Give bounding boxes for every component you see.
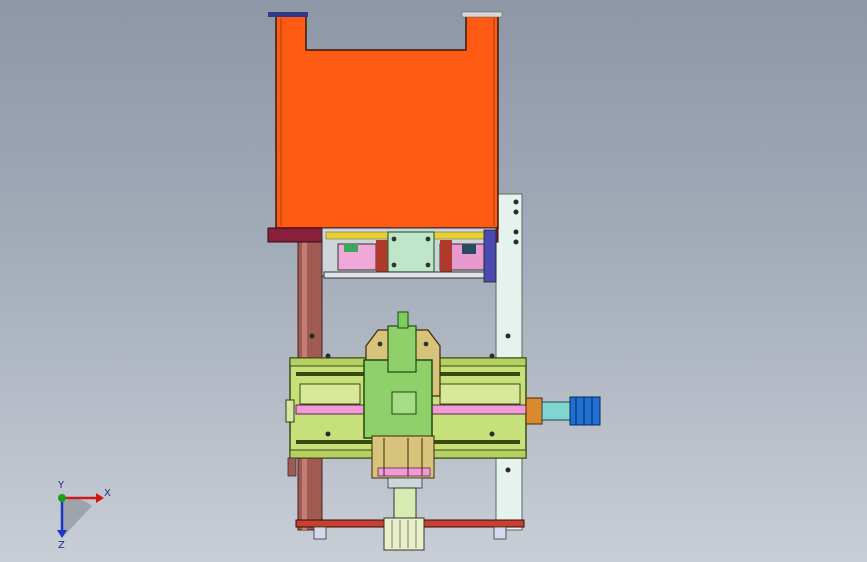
left-handle[interactable]	[287, 457, 297, 477]
orientation-triad[interactable]: X Y Z	[40, 478, 120, 550]
bracket-bolt	[423, 341, 429, 347]
motor-flange	[541, 401, 571, 421]
motor-coupler	[525, 397, 543, 425]
post-hole	[513, 239, 519, 245]
post-hole	[505, 333, 511, 339]
gate-bolt	[391, 262, 397, 268]
carriage-spindle-housing	[387, 325, 417, 373]
hopper-top-flange-left	[268, 12, 308, 17]
frame-hole	[489, 353, 495, 359]
post-hole	[309, 333, 315, 339]
carriage-window	[391, 391, 417, 415]
assembly-model[interactable]	[0, 0, 867, 562]
gate-bolt	[425, 262, 431, 268]
vertical-coupling	[393, 487, 417, 521]
motor-body[interactable]	[569, 396, 601, 426]
bracket-bolt	[377, 341, 383, 347]
gate-bottom-rail	[323, 271, 497, 279]
post-hole	[513, 209, 519, 215]
bottom-foot	[313, 526, 327, 540]
gate-green-fitting	[344, 244, 358, 252]
gate-bolt	[391, 236, 397, 242]
x-axis-label: X	[104, 488, 111, 499]
post-hole	[513, 229, 519, 235]
frame-slot	[439, 383, 521, 405]
bottom-pulley	[383, 517, 425, 551]
x-axis-head	[96, 493, 104, 503]
frame-hole	[325, 353, 331, 359]
triad-shadow	[62, 498, 92, 538]
vertical-shaft	[387, 477, 423, 489]
gate-red-block-left	[376, 240, 388, 272]
frame-hole	[489, 431, 495, 437]
spindle-top	[397, 311, 409, 329]
gate-bolt	[425, 236, 431, 242]
gate-side-bracket	[483, 229, 497, 283]
orange-hopper[interactable]	[275, 15, 499, 229]
post-hole	[513, 199, 519, 205]
frame-slot	[299, 383, 361, 405]
y-axis-dot	[58, 494, 66, 502]
z-axis-label: Z	[58, 540, 65, 550]
frame-hole	[325, 431, 331, 437]
gate-dark-fitting	[462, 244, 476, 254]
gate-red-block-right	[440, 240, 452, 272]
hopper-top-flange-right	[461, 11, 503, 18]
bottom-foot	[493, 526, 507, 540]
frame-left-cap	[285, 399, 295, 423]
cad-viewport[interactable]: X Y Z	[0, 0, 867, 562]
post-hole	[505, 467, 511, 473]
y-axis-label: Y	[57, 480, 65, 491]
